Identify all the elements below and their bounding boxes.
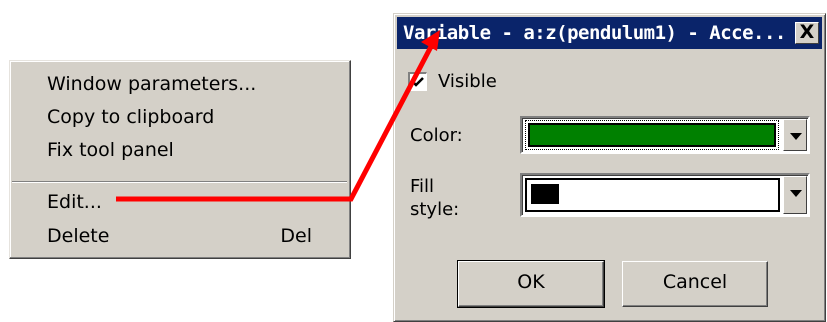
menu-item-window-parameters[interactable]: Window parameters... — [47, 69, 312, 99]
ok-button-label: OK — [517, 271, 545, 293]
menu-item-label: Copy to clipboard — [47, 106, 215, 128]
dialog-titlebar[interactable]: Variable - a:z(pendulum1) - Acce... X — [397, 17, 822, 49]
color-select[interactable] — [520, 116, 810, 154]
close-icon: X — [799, 21, 815, 43]
visible-checkbox[interactable] — [408, 72, 427, 91]
fill-style-label-line1: Fill — [410, 176, 435, 197]
menu-item-edit[interactable]: Edit... — [47, 187, 312, 217]
color-dropdown-button[interactable] — [783, 119, 807, 151]
checkmark-icon — [412, 77, 424, 87]
fill-style-dropdown-button[interactable] — [783, 176, 807, 214]
fill-style-preview — [525, 178, 780, 212]
menu-item-shortcut: Del — [280, 225, 312, 247]
fill-style-label-line2: style: — [410, 199, 460, 220]
color-label: Color: — [410, 125, 463, 146]
menu-item-label: Edit... — [47, 191, 102, 213]
ok-button[interactable]: OK — [457, 260, 605, 308]
close-button[interactable]: X — [795, 22, 819, 44]
menu-item-fix-tool-panel[interactable]: Fix tool panel — [47, 135, 312, 165]
variable-dialog: Variable - a:z(pendulum1) - Acce... X Vi… — [393, 13, 826, 322]
fill-style-select[interactable] — [520, 173, 810, 217]
menu-item-label: Window parameters... — [47, 73, 257, 95]
cancel-button[interactable]: Cancel — [622, 261, 768, 307]
menu-separator — [12, 181, 347, 183]
menu-item-copy-to-clipboard[interactable]: Copy to clipboard — [47, 102, 312, 132]
fill-swatch — [531, 184, 559, 204]
menu-item-label: Delete — [47, 225, 110, 247]
menu-item-delete[interactable]: Delete Del — [47, 221, 312, 251]
menu-item-label: Fix tool panel — [47, 139, 174, 161]
color-swatch — [525, 120, 779, 150]
visible-label: Visible — [438, 71, 497, 92]
dialog-title: Variable - a:z(pendulum1) - Acce... — [403, 22, 786, 44]
context-menu: Window parameters... Copy to clipboard F… — [9, 60, 351, 259]
cancel-button-label: Cancel — [662, 271, 728, 293]
